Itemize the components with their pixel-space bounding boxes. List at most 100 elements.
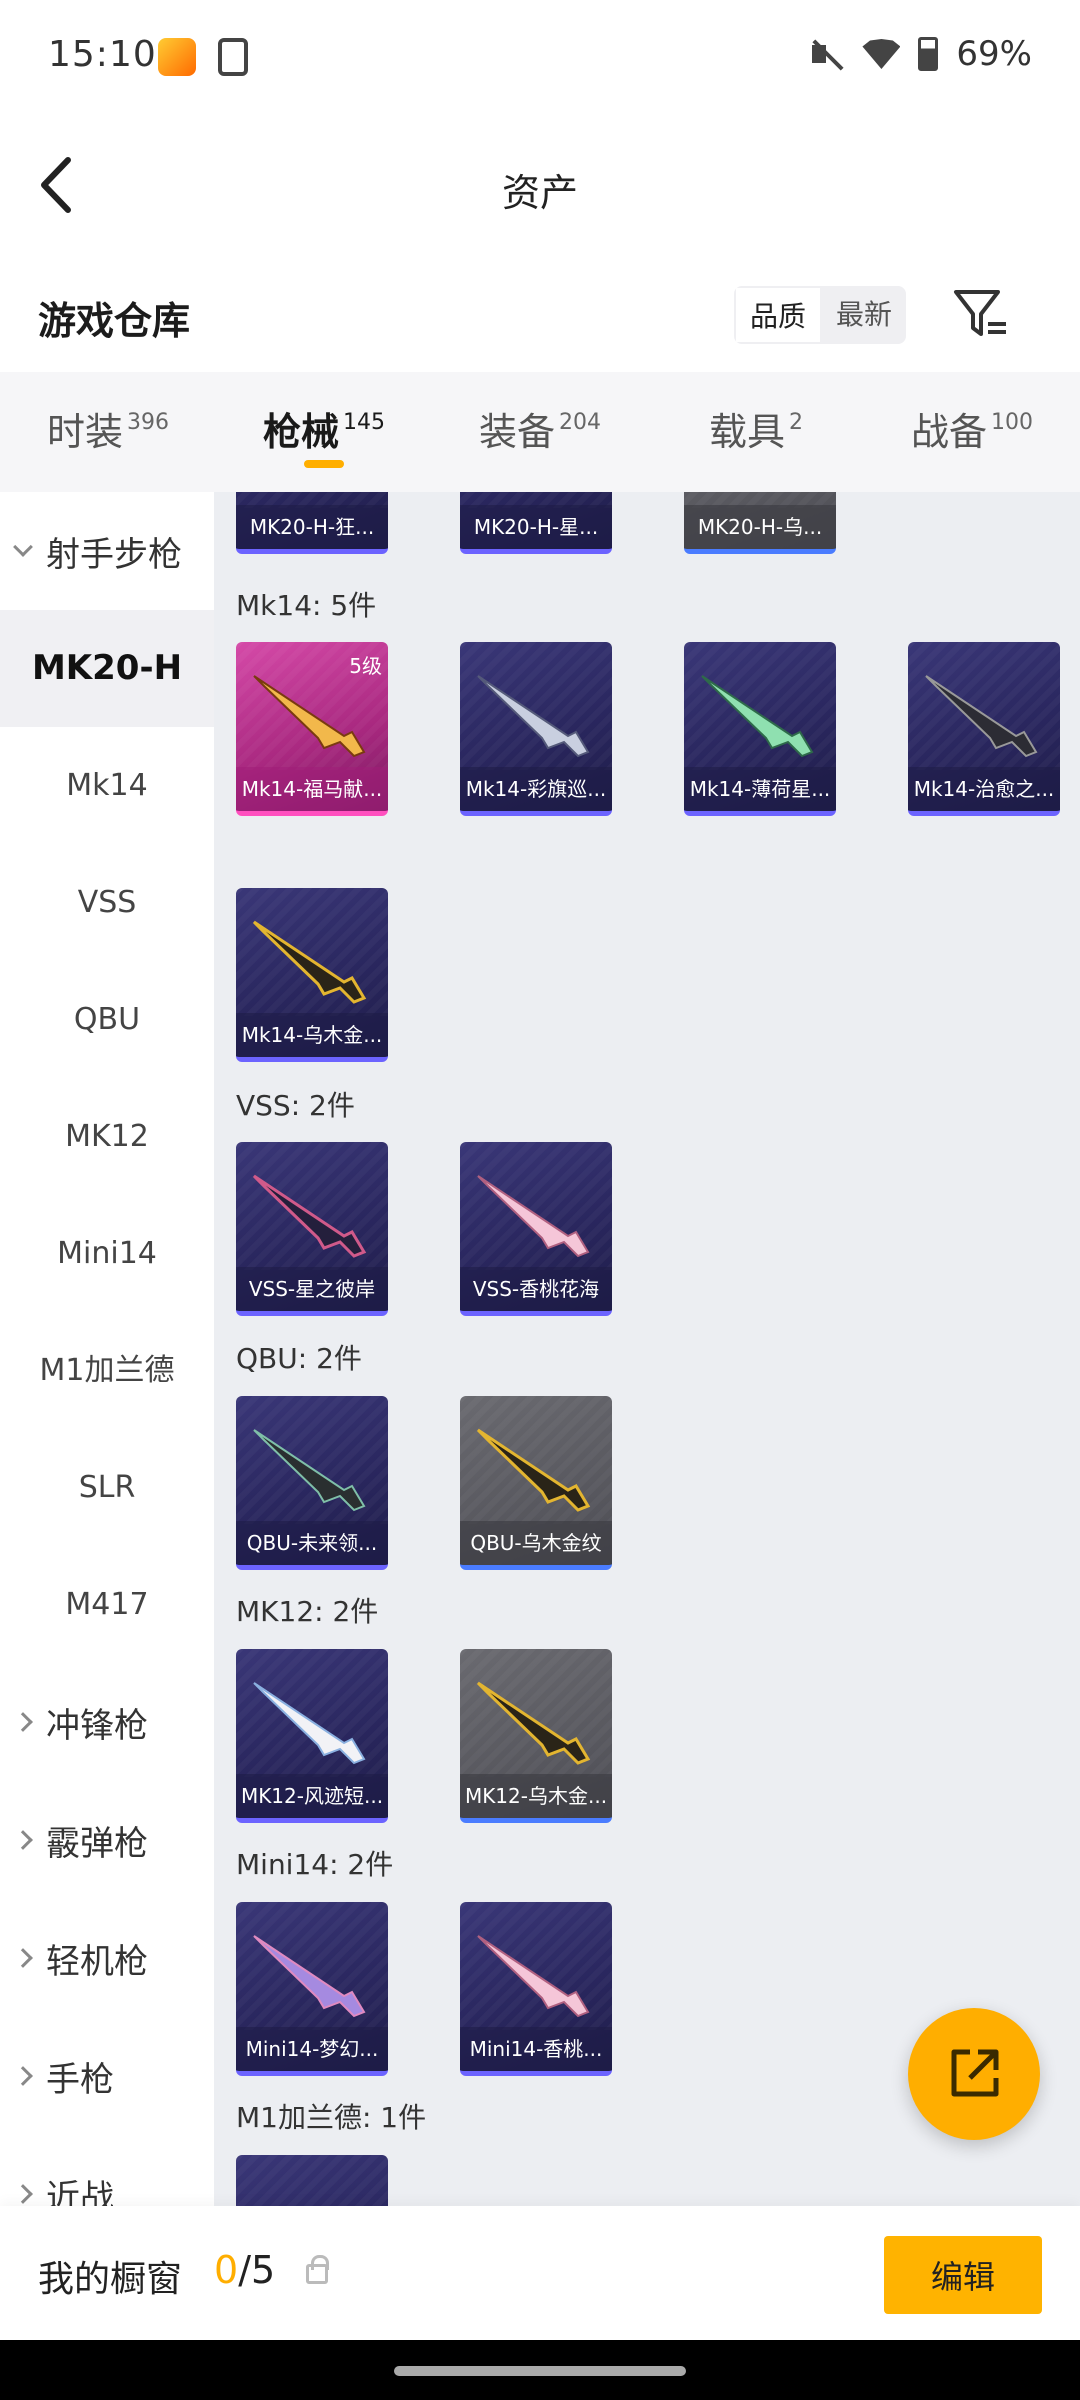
warehouse-row: 游戏仓库 品质 最新: [0, 260, 1080, 372]
tab-equipment[interactable]: 装备 204: [432, 372, 648, 492]
tab-fashion[interactable]: 时装 396: [0, 372, 216, 492]
weapon-card[interactable]: Mini14-香桃...: [460, 1902, 612, 2076]
weapon-card[interactable]: [236, 2155, 388, 2206]
sidebar-item-slr[interactable]: SLR: [0, 1429, 214, 1546]
chevron-right-icon: [13, 1948, 33, 1968]
sidebar-group-lmg[interactable]: 轻机枪: [0, 1899, 214, 2017]
weapon-card[interactable]: Mk14-治愈之...: [908, 642, 1060, 816]
sidebar-group-label: 轻机枪: [46, 1941, 148, 1982]
home-gesture-handle[interactable]: [394, 2366, 686, 2376]
share-fab[interactable]: [908, 2008, 1040, 2140]
mute-icon: [810, 37, 844, 71]
sort-latest-option[interactable]: 最新: [822, 286, 906, 344]
weapon-card[interactable]: Mk14-薄荷星...: [684, 642, 836, 816]
weapon-card-name: MK12-风迹短...: [236, 1774, 388, 1818]
weapon-card-name: QBU-乌木金纹: [460, 1521, 612, 1565]
sidebar-group-label: 霰弹枪: [46, 1823, 148, 1864]
rifle-icon: [477, 1175, 590, 1258]
tab-count: 204: [559, 410, 601, 435]
sidebar-item-vss[interactable]: VSS: [0, 844, 214, 961]
rifle-icon: [925, 675, 1038, 758]
weapon-card[interactable]: Mk14-彩旗巡...: [460, 642, 612, 816]
weapon-grid: MK20-H-狂... MK20-H-星... MK20-H-乌... Mk14…: [214, 492, 1080, 2206]
sidebar-group-melee[interactable]: 近战: [0, 2135, 214, 2206]
external-link-icon: [951, 2049, 999, 2097]
tab-label: 载具: [708, 410, 785, 454]
weapon-card[interactable]: MK20-H-星...: [460, 492, 612, 554]
chevron-right-icon: [13, 2066, 33, 2086]
status-time: 15:10: [48, 34, 157, 75]
weapon-card[interactable]: MK20-H-狂...: [236, 492, 388, 554]
sort-toggle: 品质 最新: [734, 286, 907, 344]
sidebar-item-m417[interactable]: M417: [0, 1546, 214, 1663]
sidebar-group-pistol[interactable]: 手枪: [0, 2017, 214, 2135]
tab-vehicles[interactable]: 载具 2: [648, 372, 864, 492]
weapon-card-name: MK20-H-星...: [460, 505, 612, 549]
weapon-card[interactable]: MK20-H-乌...: [684, 492, 836, 554]
sort-quality-option[interactable]: 品质: [734, 286, 823, 344]
tab-label: 装备: [478, 410, 555, 454]
section-title-m1-garand: M1加兰德: 1件: [236, 2101, 427, 2134]
section-title-mk12: MK12: 2件: [236, 1595, 379, 1628]
weapon-card[interactable]: 5级 Mk14-福马献...: [236, 642, 388, 816]
rifle-icon: [477, 675, 590, 758]
weapon-card[interactable]: MK12-风迹短...: [236, 1649, 388, 1823]
weapon-card-name: VSS-香桃花海: [460, 1267, 612, 1311]
status-bar: 15:10 69%: [0, 0, 1080, 110]
sidebar-item-mk20h[interactable]: MK20-H: [0, 610, 214, 727]
filter-icon: [954, 290, 1006, 336]
weapon-card[interactable]: VSS-香桃花海: [460, 1142, 612, 1316]
chevron-right-icon: [13, 2184, 33, 2204]
sidebar-group-marksman[interactable]: 射手步枪: [0, 492, 214, 610]
edit-button[interactable]: 编辑: [884, 2236, 1042, 2314]
section-title-mini14: Mini14: 2件: [236, 1848, 394, 1881]
weapon-card-name: MK20-H-狂...: [236, 505, 388, 549]
page-title: 资产: [501, 171, 578, 215]
section-title-vss: VSS: 2件: [236, 1089, 355, 1122]
sidebar-item-m1-garand[interactable]: M1加兰德: [0, 1312, 214, 1429]
weapon-card[interactable]: QBU-乌木金纹: [460, 1396, 612, 1570]
sidebar-item-mk12[interactable]: MK12: [0, 1078, 214, 1195]
sidebar-item-mk14[interactable]: Mk14: [0, 727, 214, 844]
showcase-label: 我的橱窗: [38, 2259, 183, 2300]
sidebar-group-label: 冲锋枪: [46, 1705, 148, 1746]
tab-label: 时装: [46, 410, 123, 454]
rifle-icon: [476, 1681, 591, 1765]
sidebar-group-label: 近战: [46, 2177, 114, 2207]
tab-count: 396: [127, 410, 169, 435]
weapon-card[interactable]: MK12-乌木金...: [460, 1649, 612, 1823]
filter-button[interactable]: [950, 284, 1010, 344]
tab-firearms[interactable]: 枪械 145: [216, 372, 432, 492]
weapon-card[interactable]: VSS-星之彼岸: [236, 1142, 388, 1316]
status-right-group: 69%: [810, 34, 1032, 74]
rifle-icon: [253, 1429, 366, 1512]
category-tabs: 时装 396 枪械 145 装备 204 载具 2 战备 100: [0, 372, 1080, 492]
weapon-card[interactable]: QBU-未来领...: [236, 1396, 388, 1570]
rifle-icon: [701, 675, 814, 758]
weapon-card[interactable]: Mini14-梦幻...: [236, 1902, 388, 2076]
system-nav-bar: [0, 2340, 1080, 2400]
sidebar-group-shotgun[interactable]: 霰弹枪: [0, 1781, 214, 1899]
rifle-icon: [253, 1935, 366, 2018]
page-header: 资产: [0, 110, 1080, 260]
warehouse-title: 游戏仓库: [38, 299, 191, 343]
weapon-card-name: Mk14-治愈之...: [908, 767, 1060, 811]
sidebar-group-label: 射手步枪: [46, 534, 182, 575]
rifle-icon: [252, 1174, 367, 1258]
tab-battle-prep[interactable]: 战备 100: [864, 372, 1080, 492]
chevron-right-icon: [13, 1830, 33, 1850]
weapon-card-name: Mk14-福马献...: [236, 767, 388, 811]
weapon-card[interactable]: Mk14-乌木金...: [236, 888, 388, 1062]
showcase-total: /5: [238, 2248, 276, 2292]
sidebar-item-qbu[interactable]: QBU: [0, 961, 214, 1078]
battery-icon: [918, 37, 939, 71]
sidebar-item-mini14[interactable]: Mini14: [0, 1195, 214, 1312]
tab-count: 2: [789, 410, 803, 435]
showcase-count: 0/5: [214, 2248, 275, 2292]
weapon-card-name: VSS-星之彼岸: [236, 1267, 388, 1311]
tab-label: 枪械: [262, 410, 339, 454]
tab-count: 145: [343, 410, 385, 435]
sidebar-group-smg[interactable]: 冲锋枪: [0, 1663, 214, 1781]
rifle-icon: [476, 1428, 591, 1512]
chevron-down-icon: [13, 537, 33, 557]
